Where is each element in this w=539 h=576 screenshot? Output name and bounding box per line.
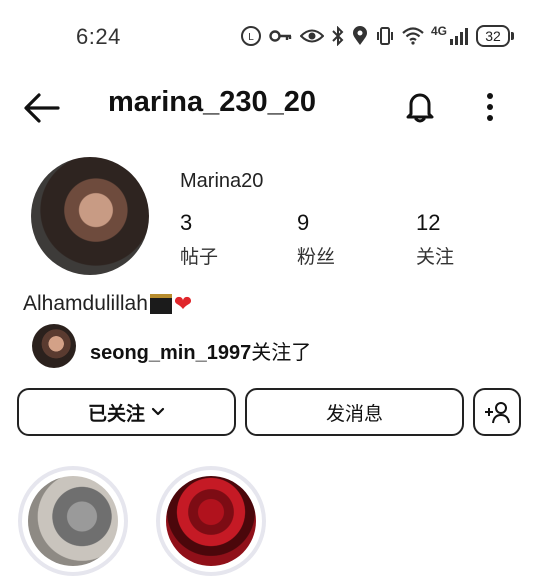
- posts-label[interactable]: 帖子: [180, 242, 218, 269]
- followed-by-avatar[interactable]: [32, 324, 76, 368]
- eye-icon: [300, 29, 324, 43]
- kaaba-emoji: [149, 294, 172, 314]
- following-button[interactable]: 已关注: [17, 388, 236, 436]
- status-time: 6:24: [76, 24, 121, 49]
- message-button-label: 发消息: [325, 403, 383, 425]
- followers-count[interactable]: 9: [297, 210, 309, 236]
- back-arrow-icon[interactable]: [22, 90, 62, 126]
- following-count[interactable]: 12: [416, 210, 440, 236]
- network-type: 4G: [431, 24, 448, 38]
- battery-icon: 32: [476, 25, 515, 47]
- volte-icon: L: [241, 26, 261, 46]
- bio-text: Alhamdulillah: [23, 292, 148, 315]
- profile-username-title: marina_230_20: [108, 86, 316, 118]
- followed-by-suffix: 关注了: [251, 342, 312, 364]
- vibrate-icon: [377, 27, 393, 45]
- chevron-down-icon: [151, 407, 165, 416]
- add-person-button[interactable]: [473, 388, 521, 436]
- following-button-label: 已关注: [87, 403, 145, 425]
- bio: Alhamdulillah ❤: [23, 292, 192, 316]
- roses-highlight[interactable]: [156, 466, 266, 576]
- add-person-icon: [485, 402, 510, 424]
- bluetooth-icon: [332, 26, 344, 46]
- red-heart-emoji: ❤: [173, 291, 193, 316]
- svg-text:L: L: [248, 32, 254, 43]
- followed-by-text[interactable]: seong_min_1997关注了: [90, 336, 311, 365]
- location-icon: [353, 26, 367, 45]
- posts-count[interactable]: 3: [180, 210, 192, 236]
- message-button[interactable]: 发消息: [245, 388, 464, 436]
- signal-icon: [450, 28, 469, 45]
- followers-label[interactable]: 粉丝: [297, 242, 335, 269]
- followed-by-username[interactable]: seong_min_1997: [90, 342, 251, 364]
- wifi-icon: [402, 27, 424, 45]
- kitten-highlight[interactable]: [18, 466, 128, 576]
- profile-avatar[interactable]: [31, 157, 149, 275]
- more-vertical-icon[interactable]: [478, 90, 502, 124]
- bell-icon[interactable]: [402, 88, 438, 124]
- key-icon: [269, 30, 292, 42]
- display-name: Marina20: [180, 170, 264, 192]
- following-label[interactable]: 关注: [416, 242, 454, 269]
- status-icons: L 4G 32: [240, 22, 515, 50]
